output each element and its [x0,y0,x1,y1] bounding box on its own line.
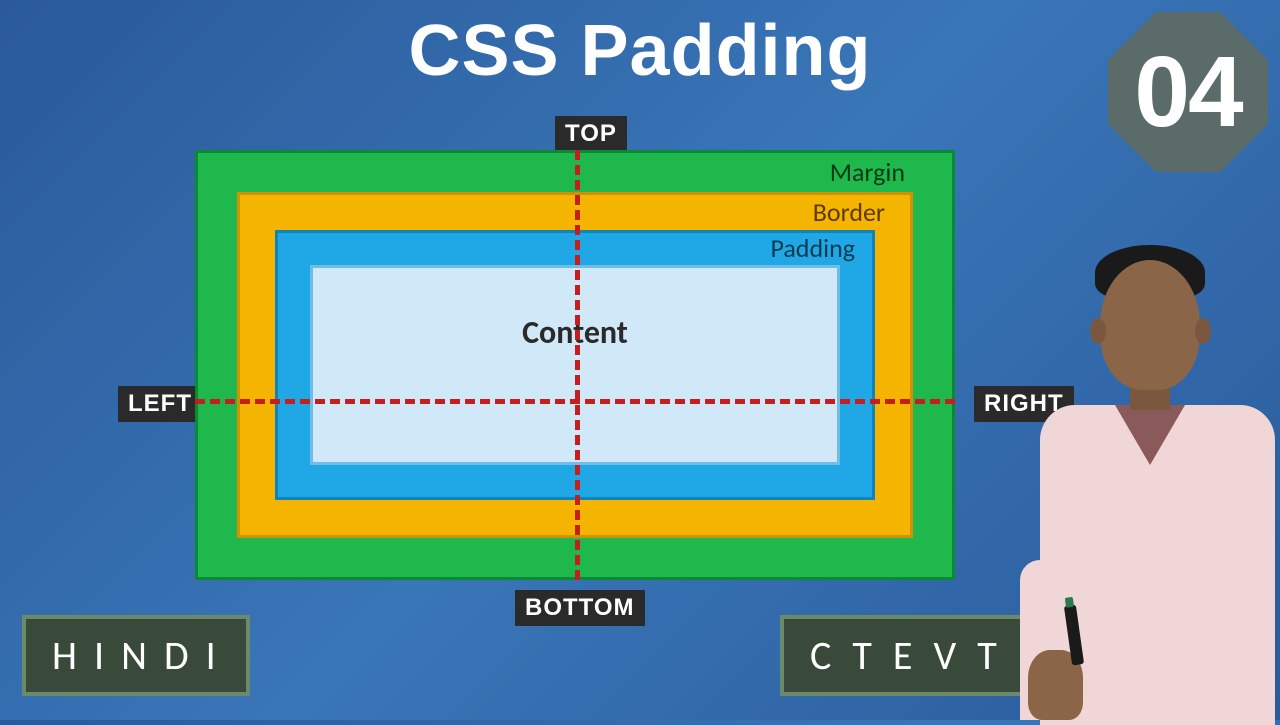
episode-number-badge: 04 [1108,12,1268,172]
presenter-arm [1020,560,1070,720]
language-badge: H I N D I [22,615,250,696]
presenter-ear [1090,318,1106,344]
presenter-ear [1195,318,1211,344]
presenter-head [1100,260,1200,390]
margin-label: Margin [830,156,905,188]
page-title: CSS Padding [408,10,871,92]
vertical-axis-line [575,150,580,580]
presenter-illustration [1000,230,1280,720]
padding-label: Padding [770,232,855,264]
institution-badge: C T E V T [780,615,1033,696]
box-model-diagram: Content Margin Border Padding [195,150,955,580]
direction-label-bottom: BOTTOM [515,590,645,626]
direction-label-top: TOP [555,116,627,152]
direction-label-left: LEFT [118,386,202,422]
border-label: Border [813,196,885,228]
